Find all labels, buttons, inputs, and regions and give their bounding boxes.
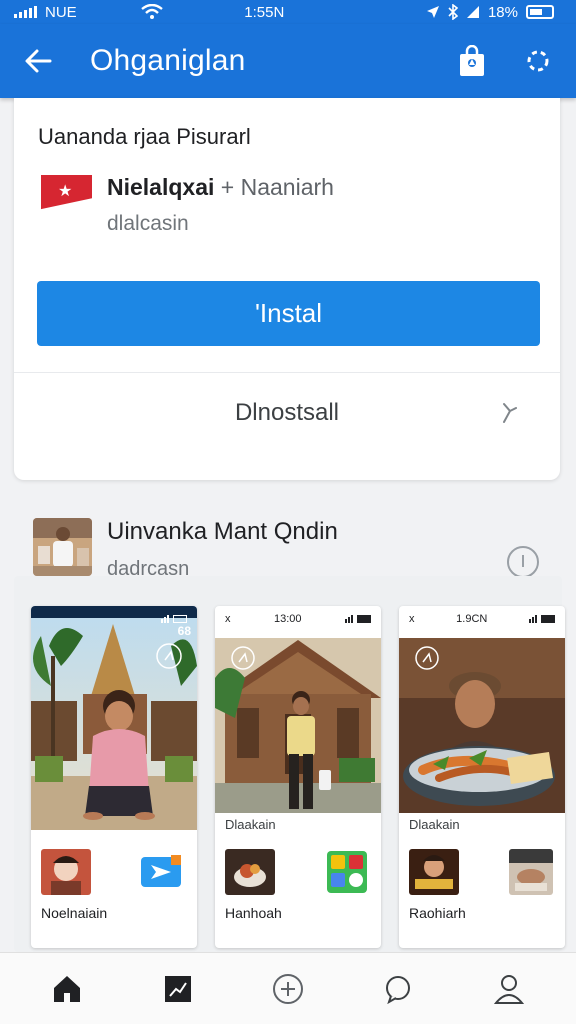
signal-icon — [14, 6, 37, 18]
uninstall-button[interactable]: Dlnostsall — [14, 373, 560, 453]
thumbnail-food — [225, 849, 275, 895]
screenshot-time: 13:00 — [273, 613, 302, 625]
play-store-icon — [141, 849, 185, 895]
screenshot-footer: Noelnaiain — [41, 905, 108, 921]
status-time: 1:55N — [244, 3, 285, 21]
shopping-bag-icon[interactable] — [456, 45, 488, 77]
home-icon[interactable] — [47, 969, 87, 1009]
battery-icon — [525, 5, 554, 19]
signal-icon — [529, 615, 555, 623]
screenshot-card[interactable]: x 13:00 Dlaakain Hanhoah — [215, 606, 381, 948]
screenshot-image — [31, 606, 197, 830]
recommendation-title: Uinvanka Mant Qndin — [107, 518, 338, 545]
carrier-label: NUE — [45, 3, 77, 21]
app-bar: Ohganiglan — [0, 24, 576, 98]
uninstall-label: Dlnostsall — [234, 399, 340, 426]
thumbnail-hands — [509, 849, 553, 895]
battery-percent: 18% — [487, 3, 518, 21]
settings-icon[interactable] — [522, 45, 554, 77]
app-name-row: Nielalqxai + Naaniarh — [107, 174, 334, 201]
status-bar: NUE 1:55N 18% — [0, 0, 576, 24]
signal-small-icon — [466, 6, 479, 18]
status-right: 18% — [426, 4, 554, 21]
location-icon — [426, 6, 439, 18]
app-name-secondary: + Naaniarh — [220, 174, 334, 200]
charts-icon[interactable] — [158, 969, 198, 1009]
app-logo: ★ — [41, 175, 92, 217]
screenshot-status-bar: x 1.9CN — [399, 606, 565, 632]
screenshot-time: 1.9CN — [456, 613, 488, 625]
status-left: NUE — [14, 4, 163, 21]
thumbnail-person — [41, 849, 91, 895]
screenshot-image — [399, 638, 565, 813]
screenshot-footer: Hanhoah — [225, 905, 282, 921]
screenshot-card[interactable]: 68 Noelnaiain — [31, 606, 197, 948]
screenshot-footer: Raohiarh — [409, 905, 466, 921]
bluetooth-icon — [448, 4, 458, 20]
screenshot-status-bar: x 13:00 — [215, 606, 381, 632]
screenshot-caption: Dlaakain — [225, 817, 276, 832]
app-name: Nielalqxai — [107, 174, 215, 200]
screenshot-card[interactable]: x 1.9CN Dlaakain Raohiarh — [399, 606, 565, 948]
back-arrow-icon[interactable] — [22, 45, 54, 77]
screenshot-status-left: x — [225, 613, 231, 625]
install-button[interactable]: 'Instal — [37, 281, 540, 346]
chat-icon[interactable] — [378, 969, 418, 1009]
page-title: Ohganiglan — [90, 44, 246, 77]
thumbnail-poster — [409, 849, 459, 895]
bottom-navigation — [0, 952, 576, 1024]
add-circle-icon[interactable] — [268, 969, 308, 1009]
screenshot-status-left: x — [409, 613, 415, 625]
wifi-icon — [140, 4, 163, 19]
screenshot-image — [215, 638, 381, 813]
install-heading: Uananda rjaa Pisurarl — [38, 124, 251, 149]
star-icon: ★ — [58, 183, 73, 200]
corner-label: 68 — [177, 624, 191, 638]
chevron-icon[interactable] — [494, 398, 522, 426]
screenshot-caption: Dlaakain — [409, 817, 460, 832]
circle-arrow-icon[interactable] — [506, 545, 540, 579]
signal-icon — [345, 615, 371, 623]
recommendation-thumbnail[interactable] — [33, 518, 92, 576]
install-card: Uananda rjaa Pisurarl ★ Nielalqxai + Naa… — [14, 98, 560, 480]
screenshot-status-bar — [31, 606, 197, 632]
profile-icon[interactable] — [489, 969, 529, 1009]
signal-icon — [161, 615, 187, 623]
app-subtitle: dlalcasin — [107, 212, 189, 235]
app-grid-icon — [325, 849, 369, 895]
